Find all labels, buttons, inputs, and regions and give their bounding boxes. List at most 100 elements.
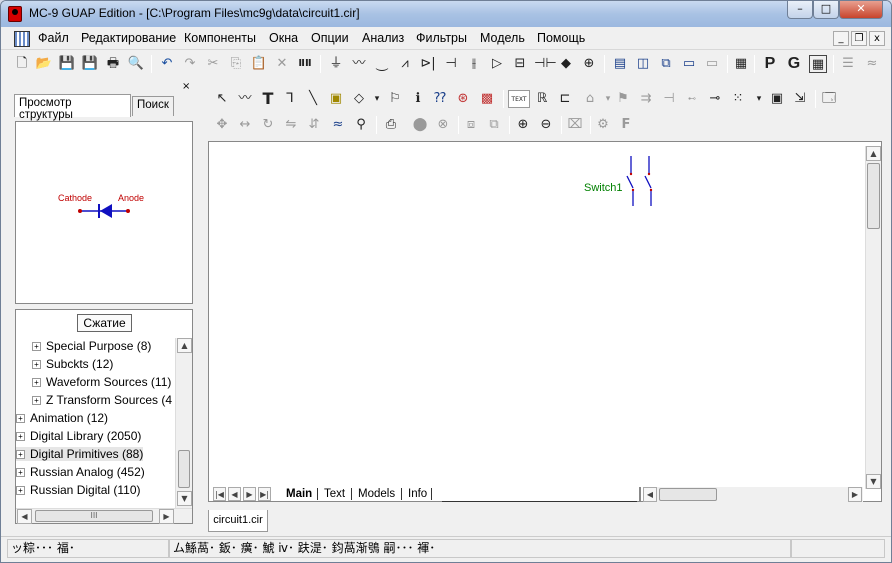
select-all-icon[interactable]: ⅡⅡ [296,55,314,73]
node-number-icon[interactable]: ⌂ [581,90,599,108]
mdi-close-button[interactable]: x [869,31,885,46]
resistor2-icon[interactable]: ⩘ [396,55,414,73]
expand-icon[interactable]: + [16,432,25,441]
inductor-icon[interactable]: ⏝ [373,55,391,73]
on-off-icon[interactable]: ⊷ [683,90,701,108]
help-icon[interactable]: ⁇ [431,90,449,108]
list-icon[interactable]: ☰ [839,55,857,73]
menu-filters[interactable]: Фильтры [416,31,467,45]
tab-info[interactable]: Info [401,488,433,500]
document-menu-icon[interactable] [14,31,30,47]
scroll-down-icon[interactable]: ▼ [866,474,881,489]
save-all-icon[interactable]: 💾 [81,55,99,73]
attribute-icon[interactable]: ℝ [533,90,551,108]
graph-icon[interactable]: G [785,55,803,73]
save-icon[interactable]: 💾 [58,55,76,73]
zoom-in-icon[interactable]: ⊕ [514,116,532,134]
battery-icon[interactable]: ⊟ [511,55,529,73]
menu-help[interactable]: Помощь [537,31,585,45]
expand-icon[interactable]: + [32,378,41,387]
wire-icon[interactable]: 〰 [236,90,254,108]
first-page-icon[interactable]: |◀ [213,487,226,501]
menu-file[interactable]: Файл [38,31,69,45]
menu-components[interactable]: Компоненты [184,31,256,45]
diode-icon[interactable]: ⊳| [419,55,437,73]
mdi-restore-button[interactable]: ❐ [851,31,867,46]
split-horizontal-icon[interactable]: ▤ [611,55,629,73]
cascade-icon[interactable]: ⧉ [657,55,675,73]
opamp-icon[interactable]: ▷ [488,55,506,73]
step-icon[interactable]: ⇉ [637,90,655,108]
properties-icon[interactable]: 🗔 [820,90,838,108]
calculator-icon[interactable]: ▦ [732,55,750,73]
new-file-icon[interactable]: 🗋 [13,55,31,73]
resistor-icon[interactable]: 〰 [350,55,368,73]
expand-icon[interactable]: + [32,342,41,351]
menu-analysis[interactable]: Анализ [362,31,404,45]
maximize-button[interactable]: □ [813,1,839,19]
scroll-down-icon[interactable]: ▼ [177,491,192,506]
info-icon[interactable]: ℹ [409,90,427,108]
canvas-vscroll-thumb[interactable] [867,163,880,229]
document-tab[interactable]: circuit1.cir [208,510,268,532]
schematic-canvas[interactable]: Switch1 ▲ ▼ [208,141,882,502]
node-icon[interactable]: ◆ [557,55,575,73]
switch-symbol-icon[interactable] [619,156,659,212]
flag2-icon[interactable]: ⚑ [614,90,632,108]
print-icon[interactable]: 🖶 [104,55,122,73]
rotate-icon[interactable]: ↻ [259,116,277,134]
menu-options[interactable]: Опции [311,31,349,45]
menu-model[interactable]: Модель [480,31,525,45]
prev-page-icon[interactable]: ◀ [228,487,241,501]
tree-item-animation[interactable]: + Animation (12) [16,411,108,425]
last-page-icon[interactable]: ▶| [258,487,271,501]
text-button[interactable]: TEXT [508,90,530,108]
close-button[interactable]: ✕ [839,1,883,19]
copy-icon[interactable]: ⎘ [227,55,245,73]
flip-y-icon[interactable]: ⇵ [305,116,323,134]
panel-close-button[interactable]: × [182,81,190,92]
window-tile-icon[interactable]: ▭ [703,55,721,73]
expand-icon[interactable]: + [16,450,25,459]
expand-icon[interactable]: + [32,360,41,369]
redo-icon[interactable]: ↷ [181,55,199,73]
scroll-up-icon[interactable]: ▲ [866,146,881,161]
pin-icon[interactable]: ⊏ [556,90,574,108]
connect-icon[interactable]: ⊸ [706,90,724,108]
tree-item-digital-primitives[interactable]: + Digital Primitives (88) [16,447,144,461]
paste-icon[interactable]: 📋 [250,55,268,73]
capacitor-icon[interactable]: ⫲ [465,55,483,73]
gear-icon[interactable]: ⚙ [594,116,612,134]
text-mode-icon[interactable]: P [761,55,779,73]
cut-icon[interactable]: ✂ [204,55,222,73]
tree-item-russian-analog[interactable]: + Russian Analog (452) [16,465,145,479]
tree-horizontal-scrollbar[interactable]: ◀ III ▶ [16,508,192,524]
tree-item-digital-library[interactable]: + Digital Library (2050) [16,429,141,443]
stop-icon[interactable]: ⬤ [411,116,429,134]
scroll-up-icon[interactable]: ▲ [177,338,192,353]
tree-item-waveform-sources[interactable]: + Waveform Sources (11) [32,375,171,389]
scroll-right-icon[interactable]: ▶ [848,487,862,502]
tree-item-special-purpose[interactable]: + Special Purpose (8) [32,339,151,353]
mdi-minimize-button[interactable]: _ [833,31,849,46]
mirror-icon[interactable]: ↔ [236,116,254,134]
wave-icon[interactable]: ≈ [863,55,881,73]
move-icon[interactable]: ✥ [213,116,231,134]
tree-item-z-transform-sources[interactable]: + Z Transform Sources (4) [32,393,172,407]
hscroll-thumb[interactable]: III [35,510,153,522]
camera-icon[interactable]: ⌧ [566,116,584,134]
app-icon[interactable] [8,6,22,22]
scroll-left-icon[interactable]: ◀ [643,487,657,502]
delete-icon[interactable]: ✕ [273,55,291,73]
expand-icon[interactable]: + [16,468,25,477]
flip-x-icon[interactable]: ⇋ [282,116,300,134]
group-icon[interactable]: ⧈ [462,116,480,134]
info-box-icon[interactable]: ▣ [327,90,345,108]
window-icon[interactable]: ▭ [680,55,698,73]
shapes-icon[interactable]: ◇ [350,90,368,108]
source-icon[interactable]: ⊕ [580,55,598,73]
menu-windows[interactable]: Окна [269,31,298,45]
cursor-box-icon[interactable]: ⇲ [791,90,809,108]
undo-icon[interactable]: ↶ [158,55,176,73]
tree-item-subckts[interactable]: + Subckts (12) [32,357,113,371]
